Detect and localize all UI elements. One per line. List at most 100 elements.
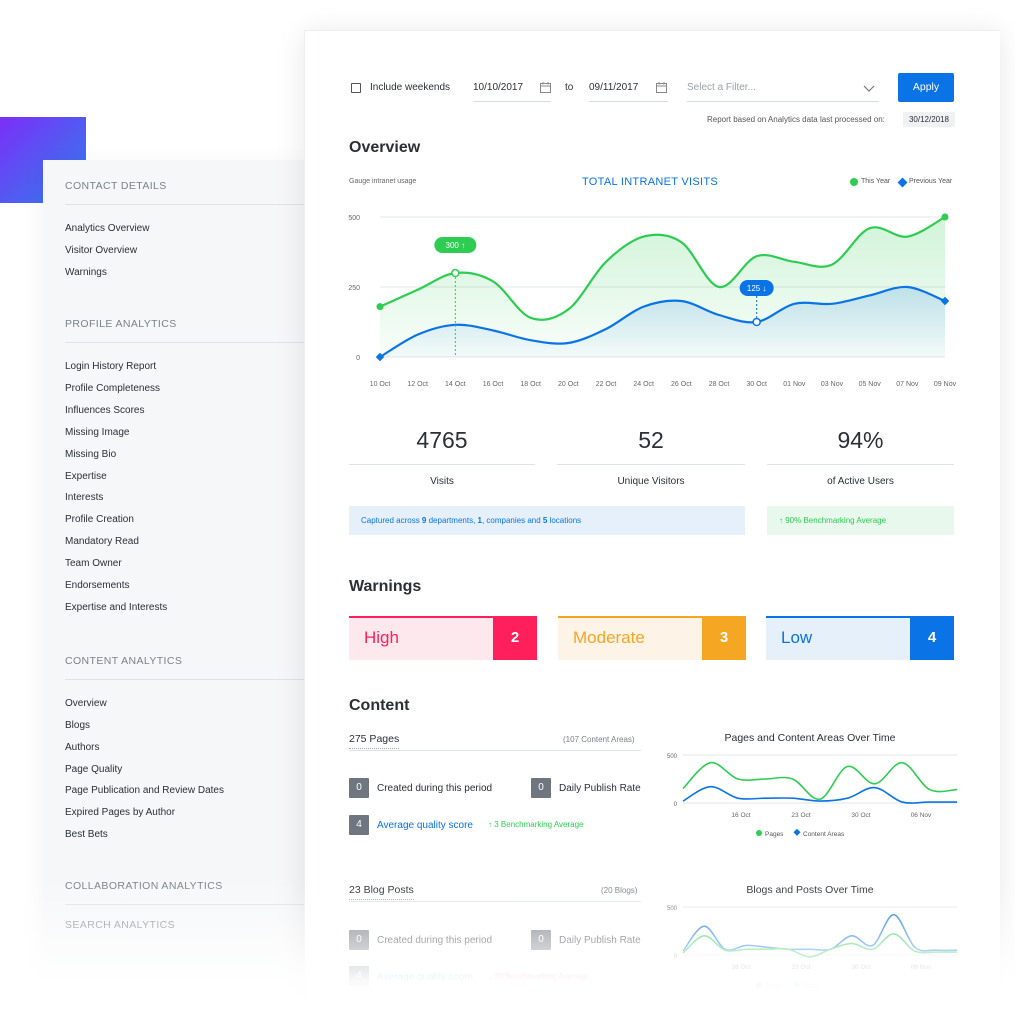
sidebar-section-search[interactable]: SEARCH ANALYTICS: [65, 919, 305, 931]
to-label: to: [565, 82, 574, 93]
date-to-field[interactable]: 09/11/2017: [589, 77, 668, 102]
calendar-icon: [656, 82, 667, 93]
sidebar-item-mandatory-read[interactable]: Mandatory Read: [65, 536, 139, 547]
divider: [65, 204, 305, 205]
legend-marker: [793, 828, 801, 836]
sidebar-item-expertise[interactable]: Expertise: [65, 471, 107, 482]
x-tick-label: 23 Oct: [791, 812, 810, 819]
company-label: , companies and: [481, 516, 543, 525]
sidebar-item-team-owner[interactable]: Team Owner: [65, 558, 122, 569]
x-tick-label: 16 Oct: [731, 964, 750, 971]
warning-low[interactable]: Low 4: [766, 616, 954, 660]
sidebar-section-content[interactable]: CONTENT ANALYTICS: [65, 655, 305, 667]
warnings-title: Warnings: [349, 578, 422, 595]
x-tick-label: 16 Oct: [731, 812, 750, 819]
active-users-label: of Active Users: [827, 476, 894, 487]
date-from-value: 10/10/2017: [473, 82, 524, 93]
blogs-publish-label: Daily Publish Rate: [559, 935, 641, 946]
legend-marker: [793, 980, 801, 988]
x-tick-label: 28 Oct: [709, 381, 730, 388]
divider: [349, 901, 641, 902]
x-tick-label: 10 Oct: [370, 381, 391, 388]
divider: [65, 904, 305, 905]
divider: [349, 750, 641, 751]
warning-high[interactable]: High 2: [349, 616, 537, 660]
sidebar-item-missing-image[interactable]: Missing Image: [65, 427, 129, 438]
apply-button[interactable]: Apply: [898, 73, 954, 102]
pages-created-label: Created during this period: [377, 783, 493, 794]
sidebar: CONTACT DETAILS Analytics Overview Visit…: [43, 160, 305, 990]
visits-label: Visits: [430, 476, 454, 487]
legend-this-year: This Year: [861, 178, 891, 185]
sidebar-section-collaboration[interactable]: COLLABORATION ANALYTICS: [65, 880, 305, 892]
date-from-field[interactable]: 10/10/2017: [473, 77, 551, 102]
include-weekends-checkbox[interactable]: [351, 83, 361, 93]
y-tick-label: 500: [667, 906, 678, 912]
dept-label: departments,: [426, 516, 478, 525]
warning-high-label: High: [364, 628, 399, 647]
sidebar-item-login-history[interactable]: Login History Report: [65, 361, 156, 372]
sidebar-item-missing-bio[interactable]: Missing Bio: [65, 449, 116, 460]
blogs-chart-title: Blogs and Posts Over Time: [746, 884, 874, 896]
captured-prefix: Captured across: [361, 516, 422, 525]
blogs-publish-badge: 0: [531, 930, 551, 950]
x-tick-label: 09 Nov: [934, 381, 957, 388]
callout-text: 300 ↑: [446, 241, 466, 250]
pages-chart: 0 500 16 Oct 23 Oct 30 Oct 06 Nov Pages Content…: [667, 754, 958, 838]
x-tick-label: 30 Oct: [851, 812, 870, 819]
filter-select[interactable]: Select a Filter...: [687, 77, 879, 102]
sidebar-item-visitor-overview[interactable]: Visitor Overview: [65, 245, 137, 256]
divider: [349, 464, 535, 465]
sidebar-item-best-bets[interactable]: Best Bets: [65, 829, 108, 840]
x-tick-label: 23 Oct: [791, 964, 810, 971]
sidebar-item-interests[interactable]: Interests: [65, 492, 103, 503]
blogs-quality-link[interactable]: Average quality score: [377, 972, 473, 983]
sidebar-item-authors[interactable]: Authors: [65, 742, 99, 753]
unique-visitors-value: 52: [638, 427, 664, 453]
sidebar-item-publication-review[interactable]: Page Publication and Review Dates: [65, 785, 224, 796]
date-to-value: 09/11/2017: [589, 82, 639, 93]
legend-label: Pages: [765, 831, 784, 838]
x-tick-label: 30 Oct: [851, 964, 870, 971]
x-tick-label: 16 Oct: [483, 381, 504, 388]
include-weekends-label: Include weekends: [370, 82, 451, 93]
x-tick-label: 20 Oct: [558, 381, 579, 388]
active-users-value: 94%: [837, 427, 884, 453]
warning-moderate[interactable]: Moderate 3: [558, 616, 746, 660]
y-tick-label: 0: [356, 355, 360, 362]
report-date: 30/12/2018: [903, 112, 955, 127]
data-point: [941, 213, 949, 221]
sidebar-item-blogs[interactable]: Blogs: [65, 720, 90, 731]
sidebar-item-profile-completeness[interactable]: Profile Completeness: [65, 383, 160, 394]
sidebar-item-expertise-interests[interactable]: Expertise and Interests: [65, 602, 167, 613]
content-title: Content: [349, 697, 410, 714]
overview-title: Overview: [349, 139, 421, 156]
captured-banner: Captured across 9 departments, 1, compan…: [349, 506, 745, 535]
sidebar-item-endorsements[interactable]: Endorsements: [65, 580, 129, 591]
sidebar-item-warnings[interactable]: Warnings: [65, 267, 107, 278]
sidebar-item-overview[interactable]: Overview: [65, 698, 107, 709]
x-tick-label: 24 Oct: [633, 381, 654, 388]
sidebar-section-contact[interactable]: CONTACT DETAILS: [65, 180, 305, 192]
x-tick-label: 12 Oct: [407, 381, 428, 388]
legend-this-year-marker: [850, 178, 858, 186]
warning-low-count: 4: [910, 616, 954, 660]
calendar-icon: [540, 82, 551, 93]
series-line: [682, 761, 958, 800]
pages-count[interactable]: 275 Pages: [349, 733, 400, 749]
highlight-point: [752, 317, 761, 327]
chevron-down-icon: [863, 85, 875, 92]
sidebar-item-influences-scores[interactable]: Influences Scores: [65, 405, 145, 416]
report-note: Report based on Analytics data last proc…: [707, 115, 885, 124]
sidebar-item-page-quality[interactable]: Page Quality: [65, 764, 122, 775]
legend-label: Blogs: [765, 983, 782, 990]
sidebar-item-analytics-overview[interactable]: Analytics Overview: [65, 223, 149, 234]
legend-marker: [756, 982, 762, 988]
pages-quality-link[interactable]: Average quality score: [377, 820, 473, 831]
y-tick-label: 0: [674, 802, 678, 808]
sidebar-section-profile[interactable]: PROFILE ANALYTICS: [65, 318, 305, 330]
divider: [65, 342, 305, 343]
blog-posts-count[interactable]: 23 Blog Posts: [349, 884, 414, 900]
sidebar-item-profile-creation[interactable]: Profile Creation: [65, 514, 134, 525]
sidebar-item-expired-pages[interactable]: Expired Pages by Author: [65, 807, 175, 818]
